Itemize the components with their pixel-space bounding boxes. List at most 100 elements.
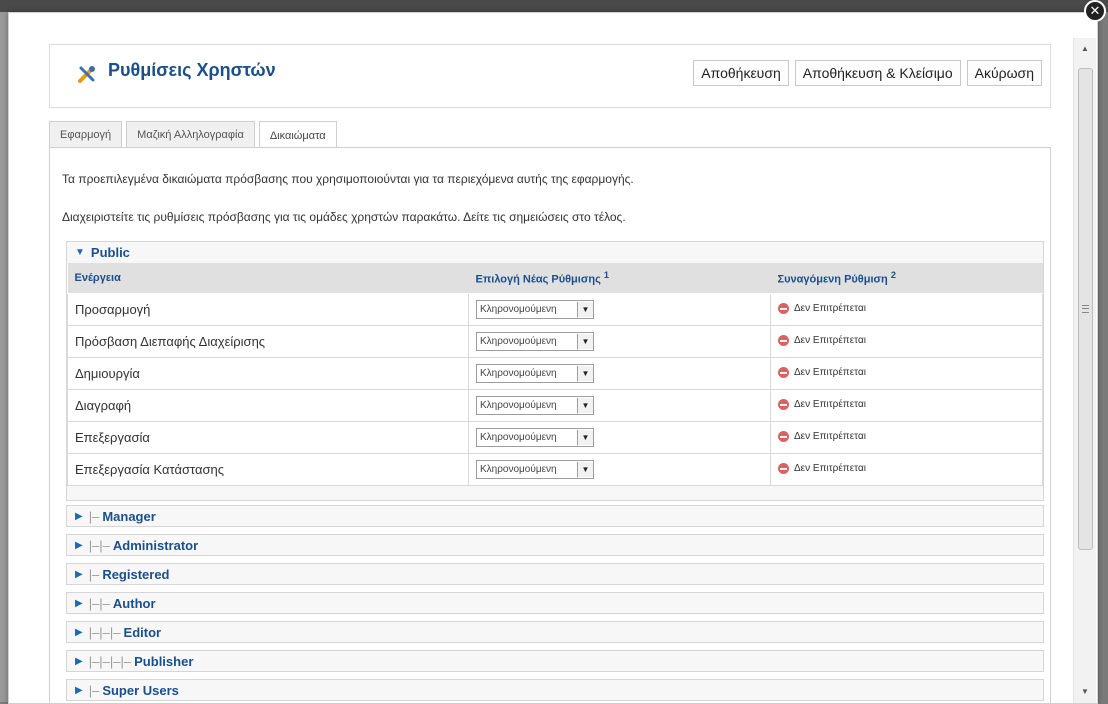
group-toggle-publisher[interactable]: ▶ |–|–|–|– Publisher (67, 651, 1043, 671)
group-indent: |– (88, 566, 100, 582)
deny-icon (778, 431, 789, 442)
tab-bar: Εφαρμογή Μαζική Αλληλογραφία Δικαιώματα (49, 121, 337, 149)
deny-icon (778, 399, 789, 410)
triangle-right-icon: ▶ (75, 655, 83, 667)
group-toggle-super-users[interactable]: ▶ |– Super Users (67, 680, 1043, 700)
chevron-down-icon: ▼ (577, 398, 593, 413)
group-administrator: ▶ |–|– Administrator (66, 534, 1044, 556)
group-indent: |–|–|–|– (88, 653, 132, 669)
group-manager: ▶ |– Manager (66, 505, 1044, 527)
calculated-cell: Δεν Επιτρέπεται (770, 421, 1043, 454)
setting-cell: Κληρονομούμενη ▼ (468, 421, 771, 454)
group-toggle-public[interactable]: ▼ Public (67, 242, 1043, 262)
group-name: Editor (123, 624, 162, 640)
permissions-table: Ενέργεια Επιλογή Νέας Ρύθμισης 1 Συναγόμ… (67, 263, 1043, 486)
group-toggle-administrator[interactable]: ▶ |–|– Administrator (67, 535, 1043, 555)
deny-icon (778, 303, 789, 314)
tab-application[interactable]: Εφαρμογή (49, 121, 123, 148)
tab-permissions[interactable]: Δικαιώματα (258, 121, 337, 149)
group-name: Administrator (112, 537, 199, 553)
calculated-cell: Δεν Επιτρέπεται (770, 357, 1043, 390)
column-header-calculated: Συναγόμενη Ρύθμιση 2 (770, 263, 1043, 294)
setting-select[interactable]: Κληρονομούμενη ▼ (476, 332, 594, 351)
user-settings-modal: Ρυθμίσεις Χρηστών Αποθήκευση Αποθήκευση … (8, 12, 1098, 704)
chevron-down-icon: ▼ (577, 302, 593, 317)
group-indent: |–|– (88, 595, 110, 611)
permissions-panel: Τα προεπιλεγμένα δικαιώματα πρόσβασης πο… (49, 147, 1051, 703)
scroll-down-icon[interactable]: ▼ (1074, 683, 1096, 699)
status-text: Δεν Επιτρέπεται (794, 335, 866, 346)
tools-icon (76, 63, 98, 85)
setting-select[interactable]: Κληρονομούμενη ▼ (476, 364, 594, 383)
table-row: Προσαρμογή Κληρονομούμενη ▼ Δεν Επιτρέπετ… (67, 293, 1043, 326)
triangle-right-icon: ▶ (75, 597, 83, 609)
table-header-row: Ενέργεια Επιλογή Νέας Ρύθμισης 1 Συναγόμ… (67, 263, 1043, 294)
group-name: Author (112, 595, 156, 611)
calculated-cell: Δεν Επιτρέπεται (770, 389, 1043, 422)
status-text: Δεν Επιτρέπεται (794, 367, 866, 378)
status-badge: Δεν Επιτρέπεται (778, 463, 866, 474)
action-name: Προσαρμογή (67, 293, 469, 326)
toolbar: Αποθήκευση Αποθήκευση & Κλείσιμο Ακύρωση (693, 60, 1042, 86)
save-button[interactable]: Αποθήκευση (693, 60, 789, 86)
chevron-down-icon: ▼ (577, 430, 593, 445)
setting-select-value: Κληρονομούμενη (480, 400, 557, 411)
cancel-button[interactable]: Ακύρωση (966, 60, 1042, 86)
triangle-right-icon: ▶ (75, 626, 83, 638)
group-publisher: ▶ |–|–|–|– Publisher (66, 650, 1044, 672)
calculated-cell: Δεν Επιτρέπεται (770, 325, 1043, 358)
instructions-text: Διαχειριστείτε τις ρυθμίσεις πρόσβασης γ… (62, 210, 626, 224)
tab-mass-mail[interactable]: Μαζική Αλληλογραφία (126, 121, 255, 148)
group-indent: |– (88, 508, 100, 524)
group-toggle-manager[interactable]: ▶ |– Manager (67, 506, 1043, 526)
column-header-calculated-label: Συναγόμενη Ρύθμιση (777, 273, 888, 286)
table-row: Επεξεργασία Κληρονομούμενη ▼ Δεν Επιτρέπε… (67, 421, 1043, 454)
close-icon[interactable]: ✕ (1084, 0, 1106, 22)
chevron-down-icon: ▼ (577, 334, 593, 349)
page-title: Ρυθμίσεις Χρηστών (108, 60, 276, 80)
calculated-cell: Δεν Επιτρέπεται (770, 293, 1043, 326)
group-indent: |–|– (88, 537, 110, 553)
status-badge: Δεν Επιτρέπεται (778, 303, 866, 314)
status-badge: Δεν Επιτρέπεται (778, 367, 866, 378)
column-header-new-setting-label: Επιλογή Νέας Ρύθμισης (475, 273, 601, 286)
group-editor: ▶ |–|–|– Editor (66, 621, 1044, 643)
triangle-right-icon: ▶ (75, 568, 83, 580)
setting-select-value: Κληρονομούμενη (480, 336, 557, 347)
group-name: Super Users (102, 682, 179, 698)
setting-cell: Κληρονομούμενη ▼ (468, 357, 771, 390)
save-close-button[interactable]: Αποθήκευση & Κλείσιμο (794, 60, 961, 86)
group-name: Manager (102, 508, 156, 524)
deny-icon (778, 367, 789, 378)
setting-select[interactable]: Κληρονομούμενη ▼ (476, 460, 594, 479)
scroll-thumb[interactable] (1078, 68, 1093, 550)
chevron-down-icon: ▼ (577, 462, 593, 477)
vertical-scrollbar[interactable]: ▲ ▼ (1073, 38, 1096, 703)
status-text: Δεν Επιτρέπεται (794, 431, 866, 442)
scroll-up-icon[interactable]: ▲ (1074, 40, 1096, 56)
setting-select[interactable]: Κληρονομούμενη ▼ (476, 396, 594, 415)
table-row: Δημιουργία Κληρονομούμενη ▼ Δεν Επιτρέπετ… (67, 357, 1043, 390)
group-toggle-registered[interactable]: ▶ |– Registered (67, 564, 1043, 584)
column-header-action: Ενέργεια (67, 263, 469, 294)
triangle-right-icon: ▶ (75, 684, 83, 696)
group-name: Publisher (134, 653, 194, 669)
action-name: Δημιουργία (67, 357, 469, 390)
action-name: Διαγραφή (67, 389, 469, 422)
table-row: Διαγραφή Κληρονομούμενη ▼ Δεν Επιτρέπεται (67, 389, 1043, 422)
action-name: Πρόσβαση Διεπαφής Διαχείρισης (67, 325, 469, 358)
status-badge: Δεν Επιτρέπεται (778, 431, 866, 442)
group-name: Registered (102, 566, 170, 582)
group-toggle-author[interactable]: ▶ |–|– Author (67, 593, 1043, 613)
footnote-1: 1 (603, 270, 609, 281)
setting-select[interactable]: Κληρονομούμενη ▼ (476, 428, 594, 447)
setting-select-value: Κληρονομούμενη (480, 368, 557, 379)
triangle-down-icon: ▼ (75, 246, 85, 258)
calculated-cell: Δεν Επιτρέπεται (770, 453, 1043, 486)
group-toggle-editor[interactable]: ▶ |–|–|– Editor (67, 622, 1043, 642)
setting-select[interactable]: Κληρονομούμενη ▼ (476, 300, 594, 319)
column-header-new-setting: Επιλογή Νέας Ρύθμισης 1 (468, 263, 771, 294)
group-registered: ▶ |– Registered (66, 563, 1044, 585)
group-public: ▼ Public Ενέργεια Επιλογή Νέας Ρύθμισης … (66, 241, 1044, 501)
grip-icon (1082, 305, 1089, 313)
